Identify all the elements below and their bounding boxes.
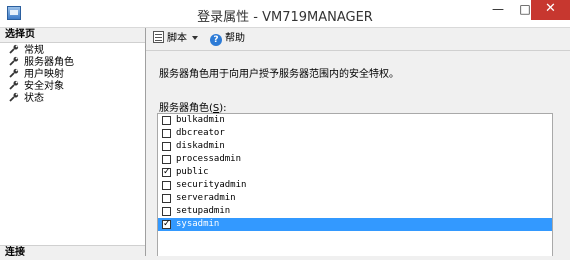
- script-label: 脚本: [167, 33, 187, 44]
- role-checkbox[interactable]: [162, 142, 171, 151]
- role-name: sysadmin: [176, 219, 220, 229]
- role-name: securityadmin: [176, 180, 247, 190]
- role-checkbox[interactable]: ✓: [162, 168, 171, 177]
- wrench-icon: [9, 44, 19, 54]
- script-icon: [153, 31, 164, 43]
- role-item-dbcreator[interactable]: dbcreator: [158, 127, 552, 140]
- role-checkbox[interactable]: ✓: [162, 220, 171, 229]
- role-item-diskadmin[interactable]: diskadmin: [158, 140, 552, 153]
- page-item-user-mapping[interactable]: 用户映射: [0, 67, 145, 80]
- minimize-button[interactable]: —: [485, 0, 511, 20]
- role-checkbox[interactable]: [162, 155, 171, 164]
- help-label: 帮助: [225, 33, 245, 44]
- role-name: bulkadmin: [176, 115, 225, 125]
- chevron-down-icon[interactable]: [192, 36, 198, 40]
- role-item-processadmin[interactable]: processadmin: [158, 153, 552, 166]
- page-description: 服务器角色用于向用户授予服务器范围内的安全特权。: [159, 69, 399, 80]
- wrench-icon: [9, 92, 19, 102]
- toolbar: 脚本 ? 帮助: [146, 28, 570, 51]
- select-page-pane: 选择页 常规 服务器角色 用户映射 安全对象 状态 连接: [0, 28, 146, 258]
- role-name: dbcreator: [176, 128, 225, 138]
- role-name: diskadmin: [176, 141, 225, 151]
- script-button[interactable]: 脚本: [153, 31, 198, 47]
- role-checkbox[interactable]: [162, 116, 171, 125]
- wrench-icon: [9, 80, 19, 90]
- page-item-server-roles[interactable]: 服务器角色: [0, 55, 145, 68]
- page-item-general[interactable]: 常规: [0, 43, 145, 56]
- role-checkbox[interactable]: [162, 194, 171, 203]
- role-name: public: [176, 167, 209, 177]
- role-item-serveradmin[interactable]: serveradmin: [158, 192, 552, 205]
- title-bar: 登录属性 - VM719MANAGER — □ ✕: [0, 0, 570, 28]
- select-page-header: 选择页: [0, 28, 145, 43]
- connection-header: 连接: [0, 245, 145, 258]
- role-checkbox[interactable]: [162, 129, 171, 138]
- page-item-securables[interactable]: 安全对象: [0, 79, 145, 92]
- role-item-public[interactable]: ✓ public: [158, 166, 552, 179]
- help-button[interactable]: ? 帮助: [210, 31, 245, 47]
- role-item-bulkadmin[interactable]: bulkadmin: [158, 114, 552, 127]
- close-button[interactable]: ✕: [531, 0, 570, 20]
- role-checkbox[interactable]: [162, 207, 171, 216]
- role-checkbox[interactable]: [162, 181, 171, 190]
- role-item-sysadmin[interactable]: ✓ sysadmin: [158, 218, 552, 231]
- role-item-setupadmin[interactable]: setupadmin: [158, 205, 552, 218]
- page-item-status[interactable]: 状态: [0, 91, 145, 104]
- role-name: serveradmin: [176, 193, 236, 203]
- role-item-securityadmin[interactable]: securityadmin: [158, 179, 552, 192]
- page-item-label: 状态: [24, 93, 44, 104]
- wrench-icon: [9, 56, 19, 66]
- wrench-icon: [9, 68, 19, 78]
- server-roles-list[interactable]: bulkadmin dbcreator diskadmin processadm…: [157, 113, 553, 256]
- server-roles-label: 服务器角色(S):: [159, 99, 227, 114]
- help-icon: ?: [210, 34, 222, 46]
- role-name: processadmin: [176, 154, 242, 164]
- role-name: setupadmin: [176, 206, 231, 216]
